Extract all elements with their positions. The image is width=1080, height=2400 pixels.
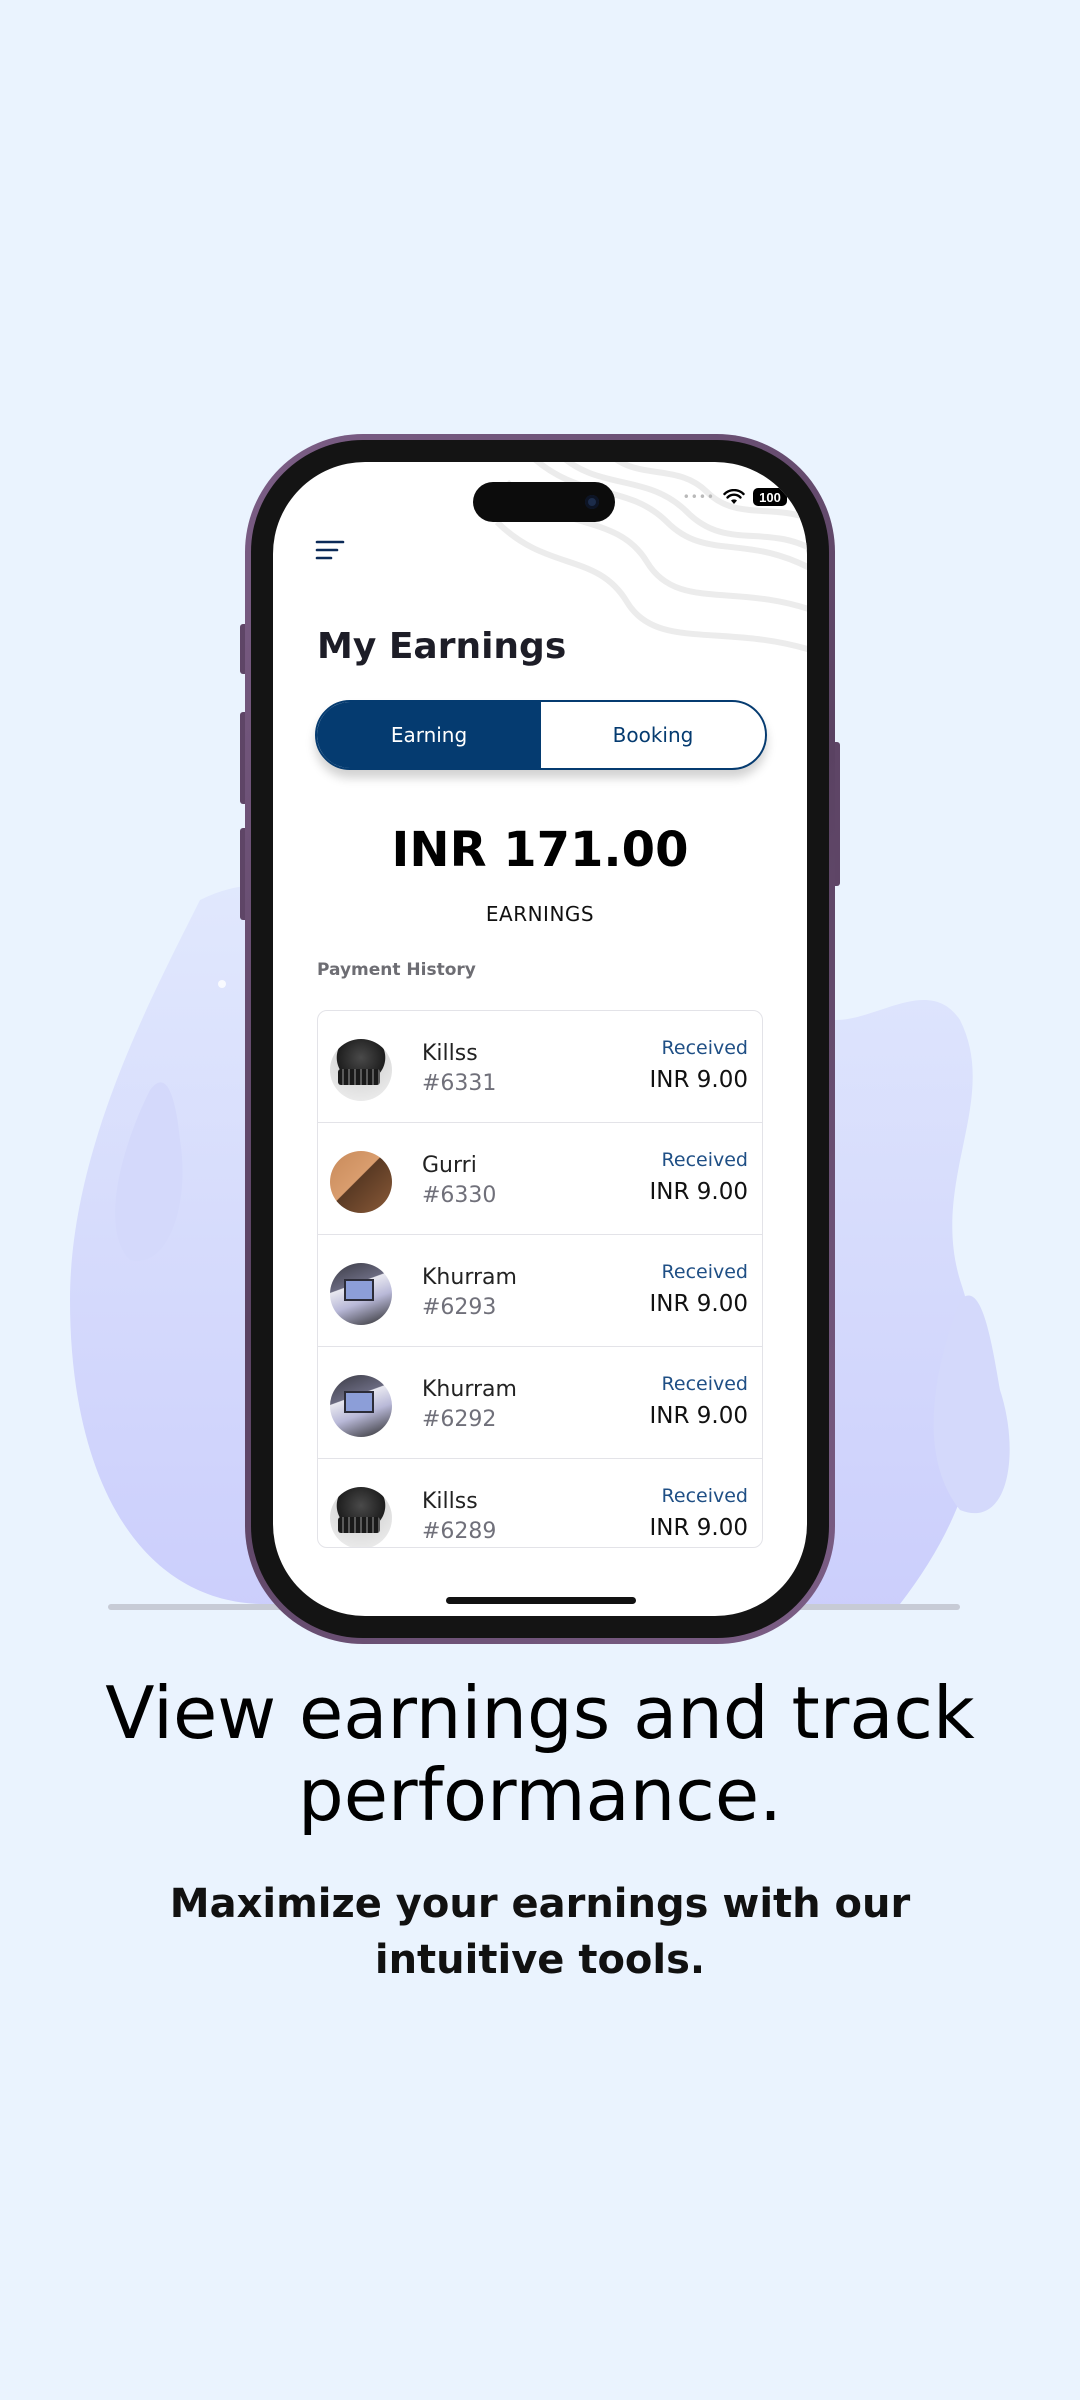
phone-bezel: •••• 100 My Earnings Earning Booking INR… [251, 440, 829, 1638]
wifi-icon [723, 489, 745, 504]
booking-id: #6331 [422, 1071, 497, 1096]
payment-amount: INR 9.00 [649, 1291, 749, 1317]
tab-earning[interactable]: Earning [317, 702, 541, 768]
booking-id: #6289 [422, 1519, 497, 1544]
payment-amount: INR 9.00 [649, 1403, 749, 1429]
payment-amount: INR 9.00 [649, 1179, 749, 1205]
avatar [330, 1039, 392, 1101]
home-indicator[interactable] [446, 1597, 636, 1604]
payment-history-title: Payment History [317, 960, 476, 980]
booking-id: #6293 [422, 1295, 497, 1320]
phone-screen: •••• 100 My Earnings Earning Booking INR… [273, 462, 807, 1616]
payment-status: Received [661, 1485, 748, 1507]
promo-headline: View earnings and track performance. [105, 1671, 975, 1837]
booking-id: #6330 [422, 1183, 497, 1208]
earnings-booking-toggle: Earning Booking [315, 700, 767, 770]
customer-name: Gurri [422, 1153, 477, 1178]
battery-icon: 100 [753, 488, 787, 506]
payment-amount: INR 9.00 [649, 1515, 749, 1541]
page-title: My Earnings [317, 626, 567, 667]
signal-icon: •••• [682, 490, 715, 504]
payment-status: Received [661, 1261, 748, 1283]
customer-name: Khurram [422, 1265, 517, 1290]
payment-status: Received [661, 1037, 748, 1059]
dynamic-island [473, 482, 615, 522]
status-bar: •••• 100 [683, 488, 787, 506]
payment-status: Received [661, 1149, 748, 1171]
customer-name: Killss [422, 1041, 478, 1066]
promo-subline: Maximize your earnings with our intuitiv… [169, 1881, 911, 1983]
payment-history-list: Killss #6331 Received INR 9.00 Gurri #63… [317, 1010, 763, 1548]
total-earnings-label: EARNINGS [485, 902, 595, 926]
hamburger-menu-icon[interactable] [315, 538, 345, 562]
list-item[interactable]: Khurram #6292 Received INR 9.00 [318, 1347, 762, 1459]
booking-id: #6292 [422, 1407, 497, 1432]
list-item[interactable]: Gurri #6330 Received INR 9.00 [318, 1123, 762, 1235]
avatar [330, 1487, 392, 1547]
list-item[interactable]: Killss #6331 Received INR 9.00 [318, 1011, 762, 1123]
payment-status: Received [661, 1373, 748, 1395]
front-camera [585, 495, 599, 509]
list-item[interactable]: Khurram #6293 Received INR 9.00 [318, 1235, 762, 1347]
customer-name: Killss [422, 1489, 478, 1514]
avatar [330, 1263, 392, 1325]
avatar [330, 1375, 392, 1437]
list-item[interactable]: Killss #6289 Received INR 9.00 [318, 1459, 762, 1547]
customer-name: Khurram [422, 1377, 517, 1402]
total-earnings-amount: INR 171.00 [391, 822, 689, 878]
tab-booking[interactable]: Booking [541, 702, 765, 768]
phone-mockup: •••• 100 My Earnings Earning Booking INR… [245, 434, 835, 1644]
avatar [330, 1151, 392, 1213]
payment-amount: INR 9.00 [649, 1067, 749, 1093]
